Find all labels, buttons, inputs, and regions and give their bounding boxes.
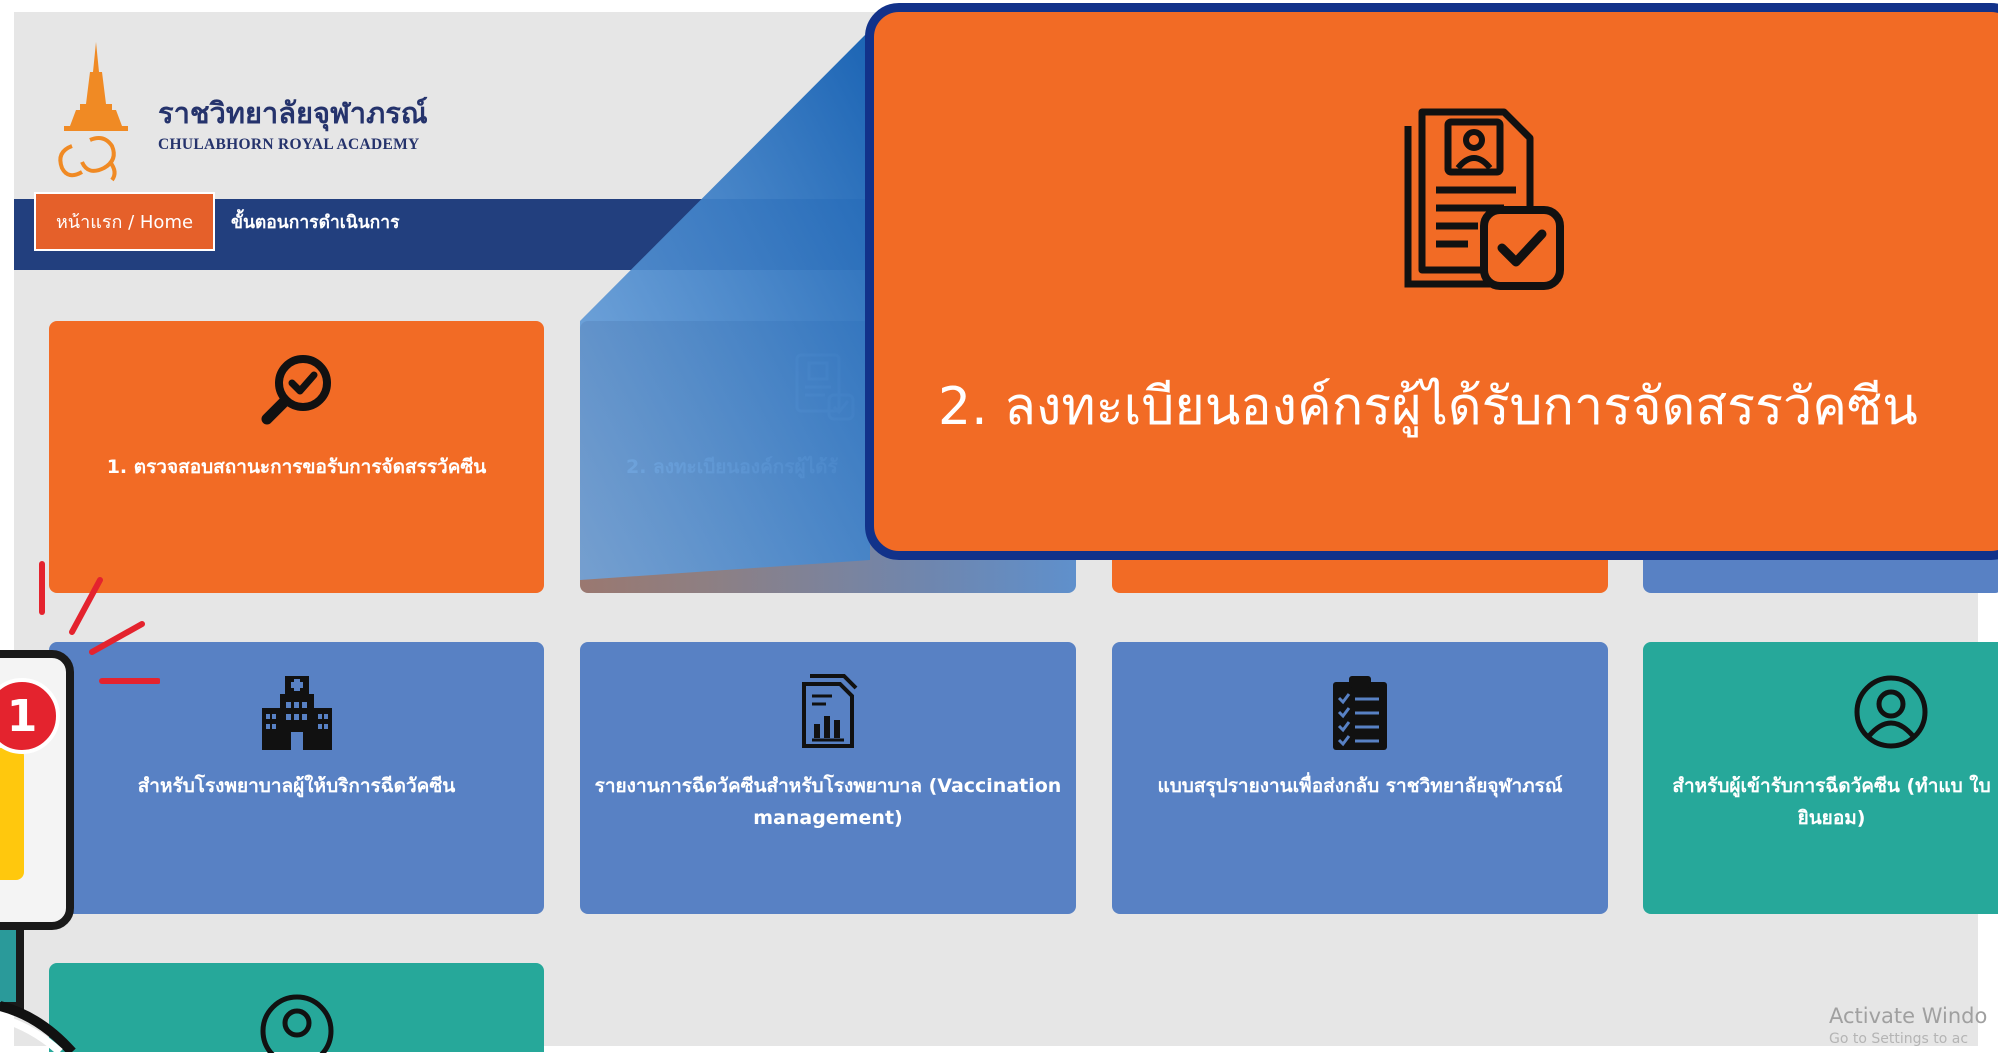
user-icon	[260, 994, 333, 1053]
card-label: สำหรับโรงพยาบาลผู้ให้บริการฉีดวัคซีน	[137, 775, 456, 797]
card-vaccination-report[interactable]: รายงานการฉีดวัคซีนสำหรับโรงพยาบาล (Vacci…	[580, 642, 1076, 914]
card-label: รายงานการฉีดวัคซีนสำหรับโรงพยาบาล (Vacci…	[594, 775, 1062, 829]
home-button[interactable]: หน้าแรก / Home	[34, 192, 215, 251]
document-check-icon	[1404, 108, 1564, 290]
logo[interactable]: ราชวิทยาลัยจุฬาภรณ์ CHULABHORN ROYAL ACA…	[50, 32, 428, 182]
report-icon	[802, 674, 858, 748]
card-vaccinee-2[interactable]	[49, 963, 544, 1053]
activation-watermark: Activate Windo	[1829, 1004, 1988, 1028]
search-check-icon	[261, 355, 331, 425]
card-check-status[interactable]: 1. ตรวจสอบสถานะการขอรับการจัดสรรวัคซีน	[49, 321, 544, 593]
card-summary-report[interactable]: แบบสรุปรายงานเพื่อส่งกลับ ราชวิทยาลัยจุฬ…	[1112, 642, 1608, 914]
zoom-label: 2. ลงทะเบียนองค์กรผู้ได้รับการจัดสรรวัคซ…	[938, 377, 1918, 437]
step-pointer-fill	[0, 748, 24, 880]
logo-name-en: CHULABHORN ROYAL ACADEMY	[158, 136, 420, 153]
hospital-icon	[261, 676, 332, 750]
card-label: 1. ตรวจสอบสถานะการขอรับการจัดสรรวัคซีน	[106, 456, 487, 478]
corner-curve	[0, 1001, 76, 1052]
logo-name-th: ราชวิทยาลัยจุฬาภรณ์	[158, 96, 428, 130]
crest-icon	[58, 42, 128, 182]
card-label: สำหรับผู้เข้ารับการฉีดวัคซีน (ทำแบ ใบยิน…	[1672, 775, 1991, 829]
document-check-icon	[795, 353, 855, 421]
card-label: 2. ลงทะเบียนองค์กรผู้ได้รั	[626, 456, 838, 478]
activation-watermark-sub: Go to Settings to ac	[1829, 1031, 1969, 1047]
user-icon	[1854, 675, 1928, 749]
card-vaccinee[interactable]: สำหรับผู้เข้ารับการฉีดวัคซีน (ทำแบ ใบยิน…	[1643, 642, 1998, 914]
clipboard-icon	[1333, 676, 1387, 750]
zoom-callout: 2. ลงทะเบียนองค์กรผู้ได้รับการจัดสรรวัคซ…	[865, 3, 1998, 560]
breadcrumb-current: ขั้นตอนการดำเนินการ	[231, 213, 400, 233]
card-label: แบบสรุปรายงานเพื่อส่งกลับ ราชวิทยาลัยจุฬ…	[1157, 775, 1563, 797]
